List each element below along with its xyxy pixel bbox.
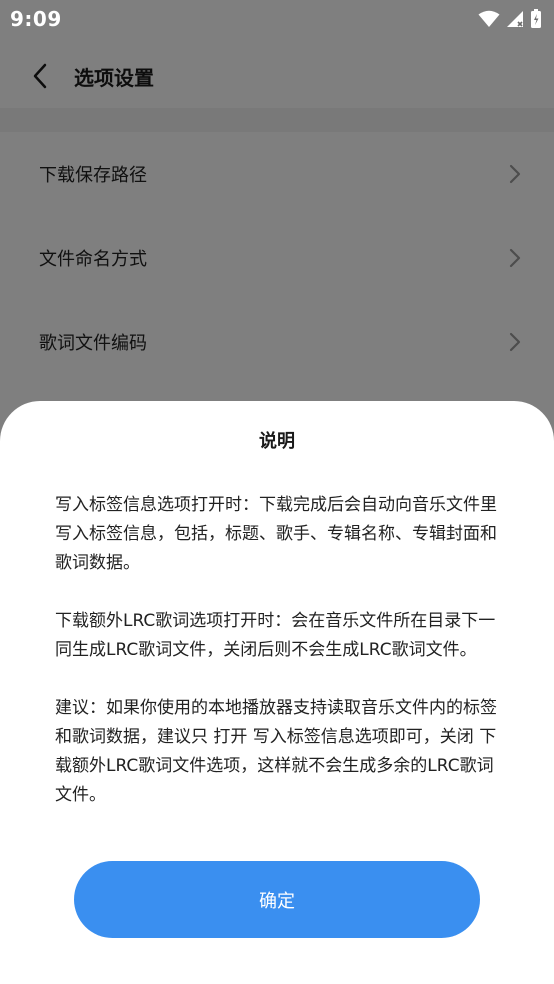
dialog-paragraph-extra-lrc: 下载额外LRC歌词选项打开时：会在音乐文件所在目录下一同生成LRC歌词文件，关闭…: [55, 611, 496, 660]
dialog-body: 写入标签信息选项打开时：下载完成后会自动向音乐文件里写入标签信息，包括，标题、歌…: [55, 491, 505, 839]
dialog-paragraph-write-tags: 写入标签信息选项打开时：下载完成后会自动向音乐文件里写入标签信息，包括，标题、歌…: [55, 495, 497, 573]
status-bar: 9:09: [0, 0, 554, 38]
battery-icon: [531, 9, 541, 28]
confirm-button[interactable]: 确定: [74, 861, 480, 938]
dialog-paragraph-suggestion: 建议：如果你使用的本地播放器支持读取音乐文件内的标签和歌词数据，建议只 打开 写…: [55, 698, 497, 805]
signal-icon: [507, 11, 523, 27]
status-time: 9:09: [10, 7, 62, 31]
status-icons: [478, 9, 542, 29]
dialog-title: 说明: [259, 431, 295, 452]
wifi-icon: [478, 10, 500, 27]
info-bottom-sheet: 说明 写入标签信息选项打开时：下载完成后会自动向音乐文件里写入标签信息，包括，标…: [0, 401, 554, 984]
screen: 选项设置 下载保存路径 文件命名方式 歌词文件编码 9:09: [0, 0, 554, 984]
